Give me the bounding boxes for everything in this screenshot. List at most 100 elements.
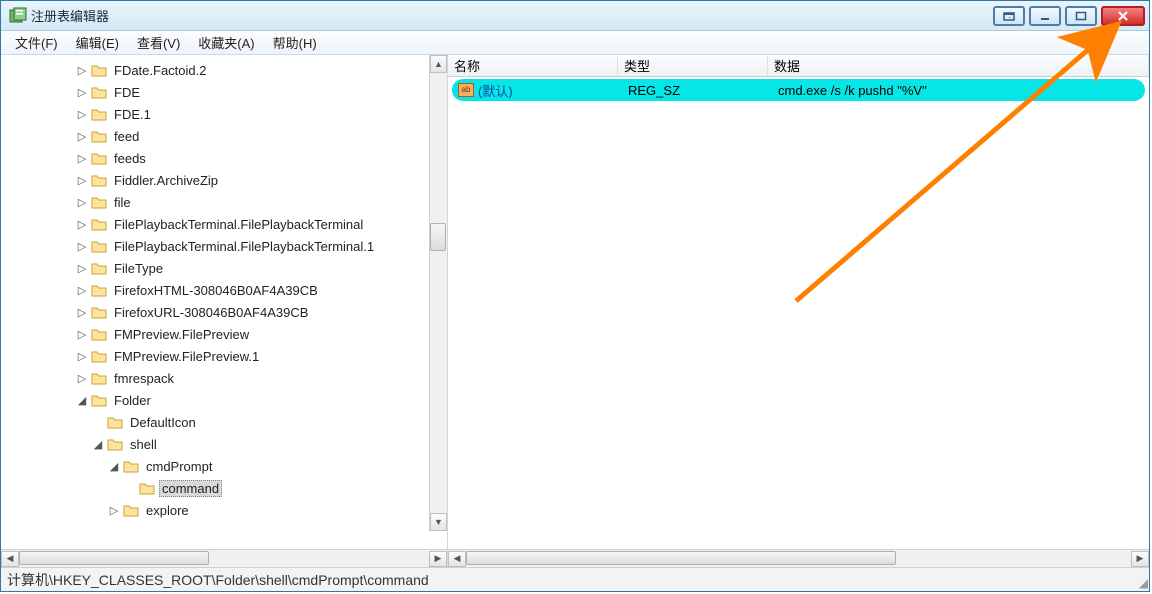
app-icon bbox=[9, 7, 27, 25]
tree-node[interactable]: ▷ FMPreview.FilePreview.1 bbox=[1, 345, 429, 367]
scroll-left-button[interactable]: ◀ bbox=[448, 551, 466, 567]
tree-node[interactable]: ◢ shell bbox=[1, 433, 429, 455]
expand-toggle[interactable]: ▷ bbox=[77, 350, 87, 363]
minimize-button[interactable] bbox=[1029, 6, 1061, 26]
tree-label: FMPreview.FilePreview.1 bbox=[111, 348, 262, 365]
scroll-down-button[interactable]: ▼ bbox=[430, 513, 447, 531]
tree-panel: ▷FDate.Factoid.2▷FDE▷FDE.1▷feed▷feeds▷Fi… bbox=[1, 55, 448, 567]
minimize-to-tray-button[interactable] bbox=[993, 6, 1025, 26]
col-type[interactable]: 类型 bbox=[618, 55, 768, 76]
tree-label: FDate.Factoid.2 bbox=[111, 62, 210, 79]
value-name: (默认) bbox=[478, 81, 513, 100]
maximize-button[interactable] bbox=[1065, 6, 1097, 26]
tree-node[interactable]: ▷ explore bbox=[1, 499, 429, 521]
tree-node[interactable]: ▷ FirefoxURL-308046B0AF4A39CB bbox=[1, 301, 429, 323]
tree-node[interactable]: ▷ Fiddler.ArchiveZip bbox=[1, 169, 429, 191]
expand-toggle[interactable]: ▷ bbox=[77, 372, 87, 385]
expand-toggle[interactable]: ▷ bbox=[77, 240, 87, 253]
expand-toggle[interactable]: ▷ bbox=[77, 328, 87, 341]
tree-label: shell bbox=[127, 436, 160, 453]
tree-node[interactable]: ▷ FileType bbox=[1, 257, 429, 279]
tree-label: cmdPrompt bbox=[143, 458, 215, 475]
tree-vscrollbar[interactable]: ▲ ▼ bbox=[429, 55, 447, 531]
status-bar: 计算机\HKEY_CLASSES_ROOT\Folder\shell\cmdPr… bbox=[1, 567, 1149, 591]
expand-toggle[interactable]: ▷ bbox=[77, 108, 87, 121]
resize-grip[interactable]: ◢ bbox=[1139, 576, 1148, 590]
expand-toggle[interactable]: ▷ bbox=[77, 130, 87, 143]
expand-toggle[interactable]: ▷ bbox=[77, 284, 87, 297]
status-path: 计算机\HKEY_CLASSES_ROOT\Folder\shell\cmdPr… bbox=[7, 570, 429, 590]
tree-node[interactable]: ▷ FirefoxHTML-308046B0AF4A39CB bbox=[1, 279, 429, 301]
scroll-thumb[interactable] bbox=[430, 223, 446, 251]
expand-toggle[interactable]: ▷ bbox=[77, 306, 87, 319]
value-data: cmd.exe /s /k pushd "%V" bbox=[772, 83, 1145, 98]
expand-toggle[interactable]: ▷ bbox=[77, 218, 87, 231]
tree-node[interactable]: ▷ FDE bbox=[1, 81, 429, 103]
tree-label: FilePlaybackTerminal.FilePlaybackTermina… bbox=[111, 216, 366, 233]
tree-node[interactable]: ▷ FMPreview.FilePreview bbox=[1, 323, 429, 345]
expand-toggle[interactable]: ◢ bbox=[109, 460, 119, 473]
tree-label: FirefoxHTML-308046B0AF4A39CB bbox=[111, 282, 321, 299]
registry-tree[interactable]: ▷FDate.Factoid.2▷FDE▷FDE.1▷feed▷feeds▷Fi… bbox=[1, 55, 429, 525]
tree-node[interactable]: ◢Folder bbox=[1, 389, 429, 411]
tree-label: DefaultIcon bbox=[127, 414, 199, 431]
scroll-right-button[interactable]: ▶ bbox=[1131, 551, 1149, 567]
menu-edit[interactable]: 编辑(E) bbox=[68, 31, 127, 54]
tree-node[interactable]: ▷ feed bbox=[1, 125, 429, 147]
expand-toggle[interactable]: ▷ bbox=[77, 262, 87, 275]
tree-label: explore bbox=[143, 502, 192, 519]
tree-node[interactable]: ▷ FDE.1 bbox=[1, 103, 429, 125]
scroll-right-button[interactable]: ▶ bbox=[429, 551, 447, 567]
tree-hscrollbar[interactable]: ◀ ▶ bbox=[1, 549, 447, 567]
tree-label: command bbox=[159, 480, 222, 497]
tree-node[interactable]: ▷feeds bbox=[1, 147, 429, 169]
tree-label: FirefoxURL-308046B0AF4A39CB bbox=[111, 304, 311, 321]
expand-toggle[interactable]: ▷ bbox=[77, 64, 87, 77]
expand-toggle[interactable]: ▷ bbox=[77, 196, 87, 209]
expand-toggle[interactable]: ◢ bbox=[77, 394, 87, 407]
tree-node[interactable]: ◢ cmdPrompt bbox=[1, 455, 429, 477]
tree-label: FDE.1 bbox=[111, 106, 154, 123]
expand-toggle[interactable]: ▷ bbox=[77, 174, 87, 187]
tree-label: FMPreview.FilePreview bbox=[111, 326, 252, 343]
expand-toggle[interactable]: ▷ bbox=[77, 152, 87, 165]
menu-help[interactable]: 帮助(H) bbox=[265, 31, 325, 54]
tree-label: file bbox=[111, 194, 134, 211]
scroll-thumb[interactable] bbox=[466, 551, 896, 565]
tree-label: fmrespack bbox=[111, 370, 177, 387]
scroll-thumb[interactable] bbox=[19, 551, 209, 565]
scroll-left-button[interactable]: ◀ bbox=[1, 551, 19, 567]
list-hscrollbar[interactable]: ◀ ▶ bbox=[448, 549, 1149, 567]
expand-toggle[interactable]: ▷ bbox=[109, 504, 119, 517]
tree-node[interactable]: ▷ file bbox=[1, 191, 429, 213]
values-list[interactable]: ab (默认) REG_SZcmd.exe /s /k pushd "%V" bbox=[448, 77, 1149, 103]
scroll-up-button[interactable]: ▲ bbox=[430, 55, 447, 73]
tree-node[interactable]: ▷ FilePlaybackTerminal.FilePlaybackTermin… bbox=[1, 235, 429, 257]
menu-view[interactable]: 查看(V) bbox=[129, 31, 188, 54]
tree-node[interactable]: ▷ FDate.Factoid.2 bbox=[1, 59, 429, 81]
tree-node[interactable]: DefaultIcon bbox=[1, 411, 429, 433]
col-data[interactable]: 数据 bbox=[768, 55, 1149, 76]
string-value-icon: ab bbox=[458, 83, 474, 97]
menu-favorites[interactable]: 收藏夹(A) bbox=[190, 31, 262, 54]
tree-node[interactable]: ▷ FilePlaybackTerminal.FilePlaybackTermin… bbox=[1, 213, 429, 235]
tree-label: FDE bbox=[111, 84, 143, 101]
titlebar[interactable]: 注册表编辑器 bbox=[1, 1, 1149, 31]
tree-label: FileType bbox=[111, 260, 166, 277]
menubar: 文件(F) 编辑(E) 查看(V) 收藏夹(A) 帮助(H) bbox=[1, 31, 1149, 55]
value-row[interactable]: ab (默认) REG_SZcmd.exe /s /k pushd "%V" bbox=[452, 79, 1145, 101]
tree-node[interactable]: command bbox=[1, 477, 429, 499]
window-controls bbox=[993, 6, 1145, 26]
tree-label: FilePlaybackTerminal.FilePlaybackTermina… bbox=[111, 238, 377, 255]
tree-label: feed bbox=[111, 128, 142, 145]
close-button[interactable] bbox=[1101, 6, 1145, 26]
value-type: REG_SZ bbox=[622, 83, 772, 98]
tree-node[interactable]: ▷ fmrespack bbox=[1, 367, 429, 389]
tree-label: Fiddler.ArchiveZip bbox=[111, 172, 221, 189]
col-name[interactable]: 名称 bbox=[448, 55, 618, 76]
expand-toggle[interactable]: ▷ bbox=[77, 86, 87, 99]
expand-toggle[interactable]: ◢ bbox=[93, 438, 103, 451]
list-header[interactable]: 名称 类型 数据 bbox=[448, 55, 1149, 77]
menu-file[interactable]: 文件(F) bbox=[7, 31, 66, 54]
values-panel: 名称 类型 数据 ab (默认) REG_SZcmd.exe /s /k pushd… bbox=[448, 55, 1149, 567]
